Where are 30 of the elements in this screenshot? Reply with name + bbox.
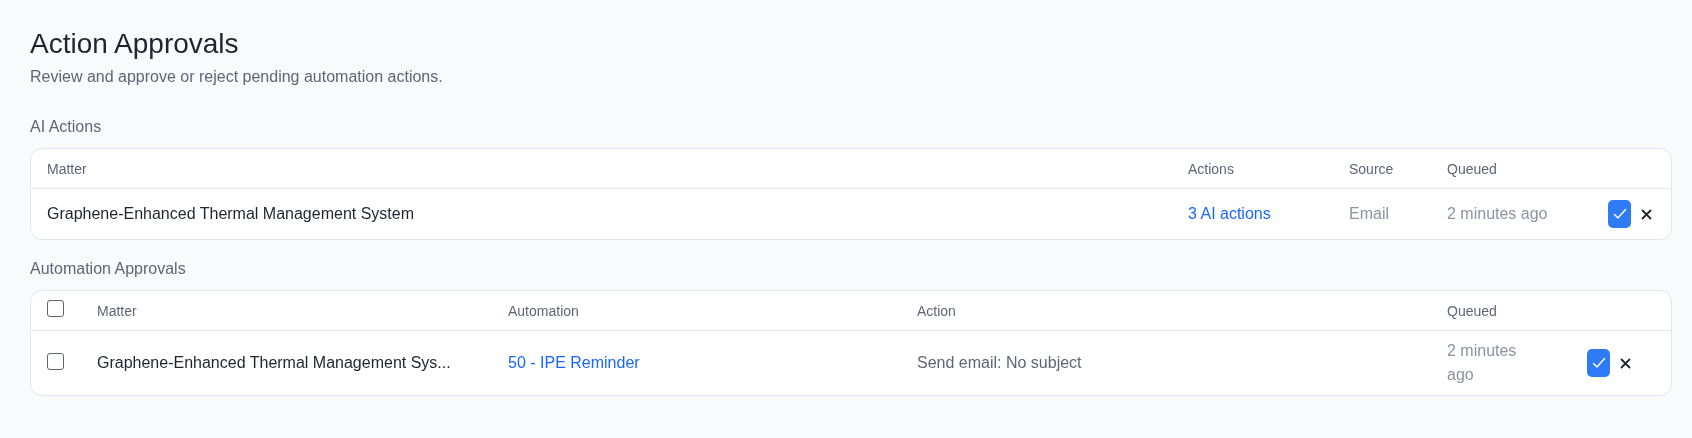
table-cell-text: Send email: No subject	[917, 353, 1083, 373]
page-title: Action Approvals	[30, 27, 240, 61]
column-header: Queued	[1447, 302, 1498, 319]
reject-button[interactable]	[1618, 356, 1632, 370]
select-all-checkbox[interactable]	[47, 300, 64, 317]
close-icon	[1619, 357, 1631, 369]
table-cell-text: Graphene-Enhanced Thermal Management System	[47, 204, 415, 224]
section-heading: AI Actions	[30, 118, 103, 136]
section-heading: Automation Approvals	[30, 260, 187, 278]
close-icon	[1640, 208, 1652, 220]
table-cell-text: Email	[1349, 204, 1390, 224]
column-header: Queued	[1447, 160, 1498, 177]
column-header: Matter	[47, 160, 88, 177]
table-cell-text: Graphene-Enhanced Thermal Management Sys...	[97, 353, 452, 373]
actions-link[interactable]: 3 AI actions	[1188, 205, 1271, 222]
check-icon	[1591, 357, 1606, 369]
column-header: Automation	[508, 302, 580, 319]
automation-link[interactable]: 50 - IPE Reminder	[508, 354, 640, 371]
reject-button[interactable]	[1639, 207, 1653, 221]
column-header: Matter	[97, 302, 138, 319]
column-header: Action	[917, 302, 957, 319]
table-cell-text: 2 minutes ago	[1447, 341, 1518, 385]
column-header: Source	[1349, 160, 1395, 177]
approve-button[interactable]	[1587, 349, 1610, 377]
check-icon	[1612, 208, 1627, 220]
column-header: Actions	[1188, 160, 1235, 177]
page-subtitle: Review and approve or reject pending automation actions.	[30, 68, 444, 86]
table-cell-text: 2 minutes ago	[1447, 204, 1549, 224]
approve-button[interactable]	[1608, 200, 1631, 228]
row-checkbox[interactable]	[47, 352, 64, 370]
